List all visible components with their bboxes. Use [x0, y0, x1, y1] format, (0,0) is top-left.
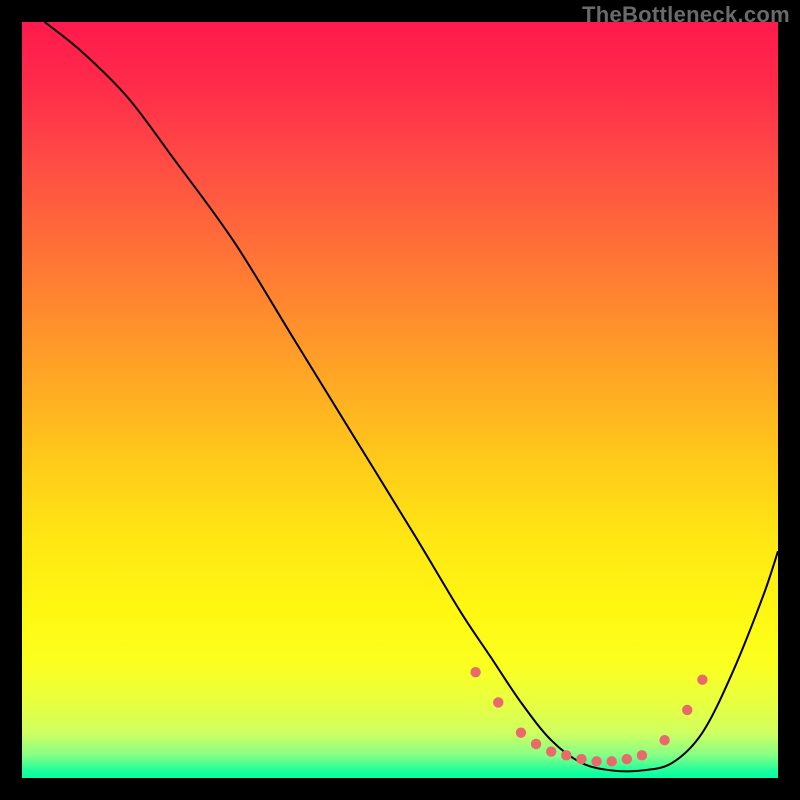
bead-marker — [516, 727, 526, 737]
bead-marker — [622, 754, 632, 764]
bead-marker — [591, 756, 601, 766]
bead-marker — [493, 697, 503, 707]
optimal-zone-beads — [22, 22, 778, 778]
bead-marker — [470, 667, 480, 677]
bead-marker — [546, 746, 556, 756]
bead-marker — [576, 754, 586, 764]
bead-marker — [606, 756, 616, 766]
bead-marker — [531, 739, 541, 749]
bead-marker — [697, 675, 707, 685]
bead-marker — [561, 750, 571, 760]
bead-marker — [659, 735, 669, 745]
bead-marker — [637, 750, 647, 760]
bead-marker — [682, 705, 692, 715]
